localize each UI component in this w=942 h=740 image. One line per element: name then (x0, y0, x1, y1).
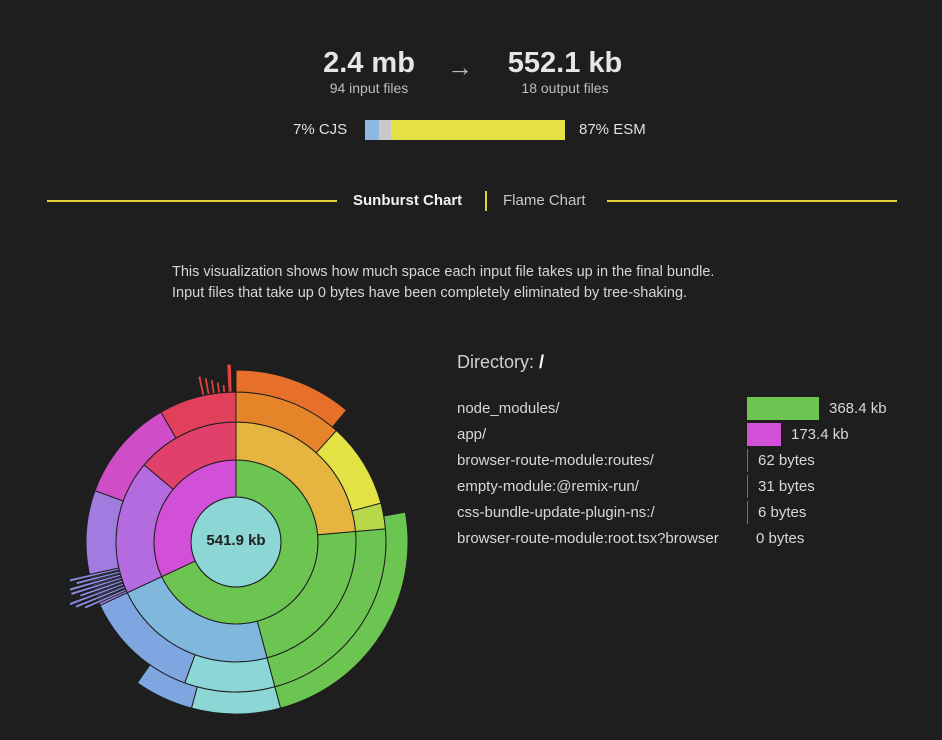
format-bar (365, 120, 565, 140)
directory-entry-name: browser-route-module:root.tsx?browser (457, 530, 719, 547)
divider-right (607, 200, 897, 202)
tab-separator (485, 191, 487, 211)
format-bar-other (379, 120, 391, 140)
directory-entry-name: app/ (457, 426, 487, 443)
directory-list: node_modules/368.4 kb app/173.4 kb browser… (457, 396, 917, 552)
chart-tabs: Sunburst Chart Flame Chart (0, 188, 942, 214)
directory-entry-size: 0 bytes (756, 530, 805, 547)
format-bar-esm (391, 120, 565, 140)
directory-row[interactable]: css-bundle-update-plugin-ns:/ 6 bytes (457, 500, 917, 526)
directory-size-bar (747, 475, 748, 498)
format-bar-cjs (365, 120, 379, 140)
directory-path: / (539, 352, 545, 372)
directory-size-bar (747, 449, 748, 472)
directory-size-bar (747, 423, 781, 446)
directory-heading: Directory: / (457, 352, 544, 373)
directory-entry-name: empty-module:@remix-run/ (457, 478, 639, 495)
sunburst-sliver[interactable] (203, 376, 211, 396)
cjs-percent-label: 7% CJS (293, 121, 348, 138)
sunburst-sliver[interactable] (215, 381, 221, 394)
description-line-1: This visualization shows how much space … (172, 264, 715, 280)
directory-size-bar (747, 501, 748, 524)
directory-row[interactable]: node_modules/368.4 kb (457, 396, 917, 422)
directory-size-bar (747, 397, 819, 420)
esm-percent-label: 87% ESM (579, 121, 646, 138)
tab-flame-chart[interactable]: Flame Chart (503, 192, 586, 209)
input-size: 2.4 mb (323, 47, 415, 79)
bundle-summary: 2.4 mb 94 input files → 552.1 kb 18 outp… (0, 46, 942, 102)
sunburst-chart[interactable]: 541.9 kb (60, 360, 410, 730)
chart-description: This visualization shows how much space … (172, 262, 812, 304)
sunburst-sliver[interactable] (197, 375, 206, 397)
sunburst-sliver[interactable] (221, 383, 227, 394)
input-file-count: 94 input files (329, 80, 409, 96)
directory-entry-size: 368.4 kb (829, 400, 887, 417)
output-stat: 552.1 kb 18 output files (492, 46, 638, 97)
sunburst-center-label[interactable]: 541.9 kb (196, 532, 276, 549)
output-file-count: 18 output files (521, 80, 609, 96)
description-line-2: Input files that take up 0 bytes have be… (172, 285, 688, 301)
input-stat: 2.4 mb 94 input files (300, 46, 438, 97)
directory-entry-size: 6 bytes (758, 504, 807, 521)
directory-row[interactable]: browser-route-module:routes/62 bytes (457, 448, 917, 474)
directory-row[interactable]: empty-module:@remix-run/31 bytes (457, 474, 917, 500)
tab-sunburst-chart[interactable]: Sunburst Chart (353, 192, 462, 209)
arrow-right-icon: → (447, 52, 473, 82)
sunburst-sliver[interactable] (226, 363, 233, 393)
directory-entry-size: 173.4 kb (791, 426, 849, 443)
directory-row[interactable]: browser-route-module:root.tsx?browser 0 b… (457, 526, 917, 552)
directory-row[interactable]: app/173.4 kb (457, 422, 917, 448)
directory-entry-size: 31 bytes (758, 478, 815, 495)
module-format-breakdown: 7% CJS 87% ESM (0, 118, 942, 142)
directory-entry-name: node_modules/ (457, 400, 560, 417)
output-size: 552.1 kb (507, 47, 623, 79)
divider-left (47, 200, 337, 202)
directory-entry-name: browser-route-module:routes/ (457, 452, 654, 469)
directory-entry-size: 62 bytes (758, 452, 815, 469)
directory-entry-name: css-bundle-update-plugin-ns:/ (457, 504, 655, 521)
sunburst-sliver[interactable] (209, 379, 216, 395)
directory-label: Directory: (457, 352, 535, 372)
